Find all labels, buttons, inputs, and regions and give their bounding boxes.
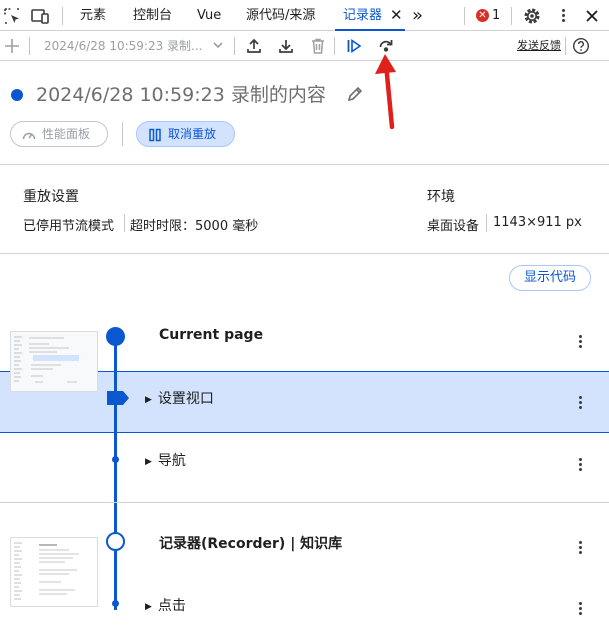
section-divider — [0, 502, 609, 503]
cancel-replay-button[interactable]: 取消重放 — [136, 121, 235, 147]
page-thumbnail — [10, 537, 98, 607]
step-set-viewport[interactable]: ▶ 设置视口 — [145, 388, 214, 408]
step-menu-kebab-icon[interactable] — [574, 457, 586, 473]
show-code-button[interactable]: 显示代码 — [509, 265, 591, 291]
timeline-line — [114, 336, 117, 610]
more-tabs-icon[interactable]: » — [412, 0, 423, 31]
recording-title: 2024/6/28 10:59:23 录制的内容 — [36, 84, 326, 106]
step-navigate[interactable]: ▶ 导航 — [145, 450, 186, 470]
page-thumbnail — [10, 331, 98, 392]
page-thumbnail-image — [11, 538, 97, 606]
tab-sources[interactable]: 源代码/来源 — [246, 0, 315, 31]
tab-elements[interactable]: 元素 — [80, 0, 106, 31]
recording-select[interactable]: 2024/6/28 10:59:23 录制... — [44, 31, 203, 61]
step-node — [112, 600, 119, 607]
expand-caret-icon[interactable]: ▶ — [145, 602, 152, 612]
toolbar-divider — [565, 37, 566, 55]
tab-console[interactable]: 控制台 — [133, 0, 172, 31]
section-title-current-page[interactable]: Current page — [159, 327, 263, 343]
section-node-hollow — [106, 532, 125, 551]
edit-pencil-icon[interactable] — [346, 85, 364, 103]
inspect-icon[interactable] — [2, 6, 22, 26]
step-node — [112, 456, 119, 463]
error-icon[interactable]: ✕ — [476, 9, 489, 22]
pause-icon — [149, 128, 161, 142]
pill-divider — [122, 122, 123, 146]
settings-divider — [124, 214, 125, 232]
throttling-setting[interactable]: 已停用节流模式 — [23, 215, 114, 234]
section-divider — [0, 253, 609, 254]
replay-settings-heading: 重放设置 — [23, 189, 79, 205]
cancel-replay-label: 取消重放 — [168, 127, 217, 141]
tabbar-divider — [62, 7, 63, 25]
expand-caret-icon[interactable]: ▶ — [145, 395, 152, 405]
help-icon[interactable] — [572, 37, 590, 55]
error-count[interactable]: 1 — [492, 0, 500, 31]
device-toggle-icon[interactable] — [30, 6, 50, 26]
expand-caret-icon[interactable]: ▶ — [145, 457, 152, 467]
gear-icon[interactable] — [522, 6, 542, 26]
page-thumbnail-image — [11, 332, 97, 391]
timeout-setting[interactable]: 超时时限：5000 毫秒 — [130, 215, 258, 234]
recording-status-dot — [11, 89, 23, 101]
step-menu-kebab-icon[interactable] — [574, 540, 586, 556]
devtools-tabbar: 元素 控制台 Vue 源代码/来源 记录器 ✕ » ✕ 1 — [0, 0, 609, 31]
step-click[interactable]: ▶ 点击 — [145, 595, 186, 615]
step-menu-kebab-icon[interactable] — [574, 395, 586, 411]
dropdown-chevron-icon[interactable] — [211, 38, 225, 52]
add-icon[interactable] — [3, 37, 21, 55]
close-tab-icon[interactable]: ✕ — [390, 0, 403, 31]
performance-panel-label: 性能面板 — [42, 127, 91, 141]
settings-divider — [486, 214, 487, 232]
toolbar-divider — [29, 37, 30, 55]
section-divider — [0, 164, 609, 165]
export-icon[interactable] — [245, 37, 263, 55]
tabbar-divider — [464, 7, 465, 25]
replay-icon[interactable] — [345, 37, 363, 55]
recorder-toolbar: 2024/6/28 10:59:23 录制... 发送反馈 — [0, 31, 609, 61]
kebab-menu-icon[interactable] — [557, 8, 569, 24]
performance-panel-button[interactable]: 性能面板 — [10, 121, 108, 147]
section-node-filled — [106, 327, 125, 346]
annotation-arrow-icon — [375, 54, 396, 130]
toolbar-divider — [234, 37, 235, 55]
send-feedback-link[interactable]: 发送反馈 — [517, 31, 561, 61]
tab-recorder-label: 记录器 — [343, 8, 383, 23]
viewport-size: 1143×911 px — [493, 215, 582, 230]
tabbar-divider — [511, 7, 512, 25]
toolbar-divider — [334, 37, 335, 55]
step-label: 导航 — [157, 453, 186, 469]
step-label: 设置视口 — [157, 391, 214, 407]
step-label: 点击 — [157, 598, 186, 614]
delete-icon[interactable] — [309, 37, 327, 55]
tab-vue[interactable]: Vue — [197, 0, 221, 31]
environment-heading: 环境 — [427, 189, 455, 205]
step-menu-kebab-icon[interactable] — [574, 601, 586, 617]
gauge-icon — [22, 132, 36, 140]
import-icon[interactable] — [277, 37, 295, 55]
section-title-recorder-kb[interactable]: 记录器(Recorder) | 知识库 — [159, 533, 342, 553]
breakpoint-marker-icon[interactable] — [106, 390, 130, 406]
step-menu-kebab-icon[interactable] — [574, 334, 586, 350]
close-icon[interactable] — [582, 6, 602, 26]
device-type: 桌面设备 — [427, 219, 480, 234]
